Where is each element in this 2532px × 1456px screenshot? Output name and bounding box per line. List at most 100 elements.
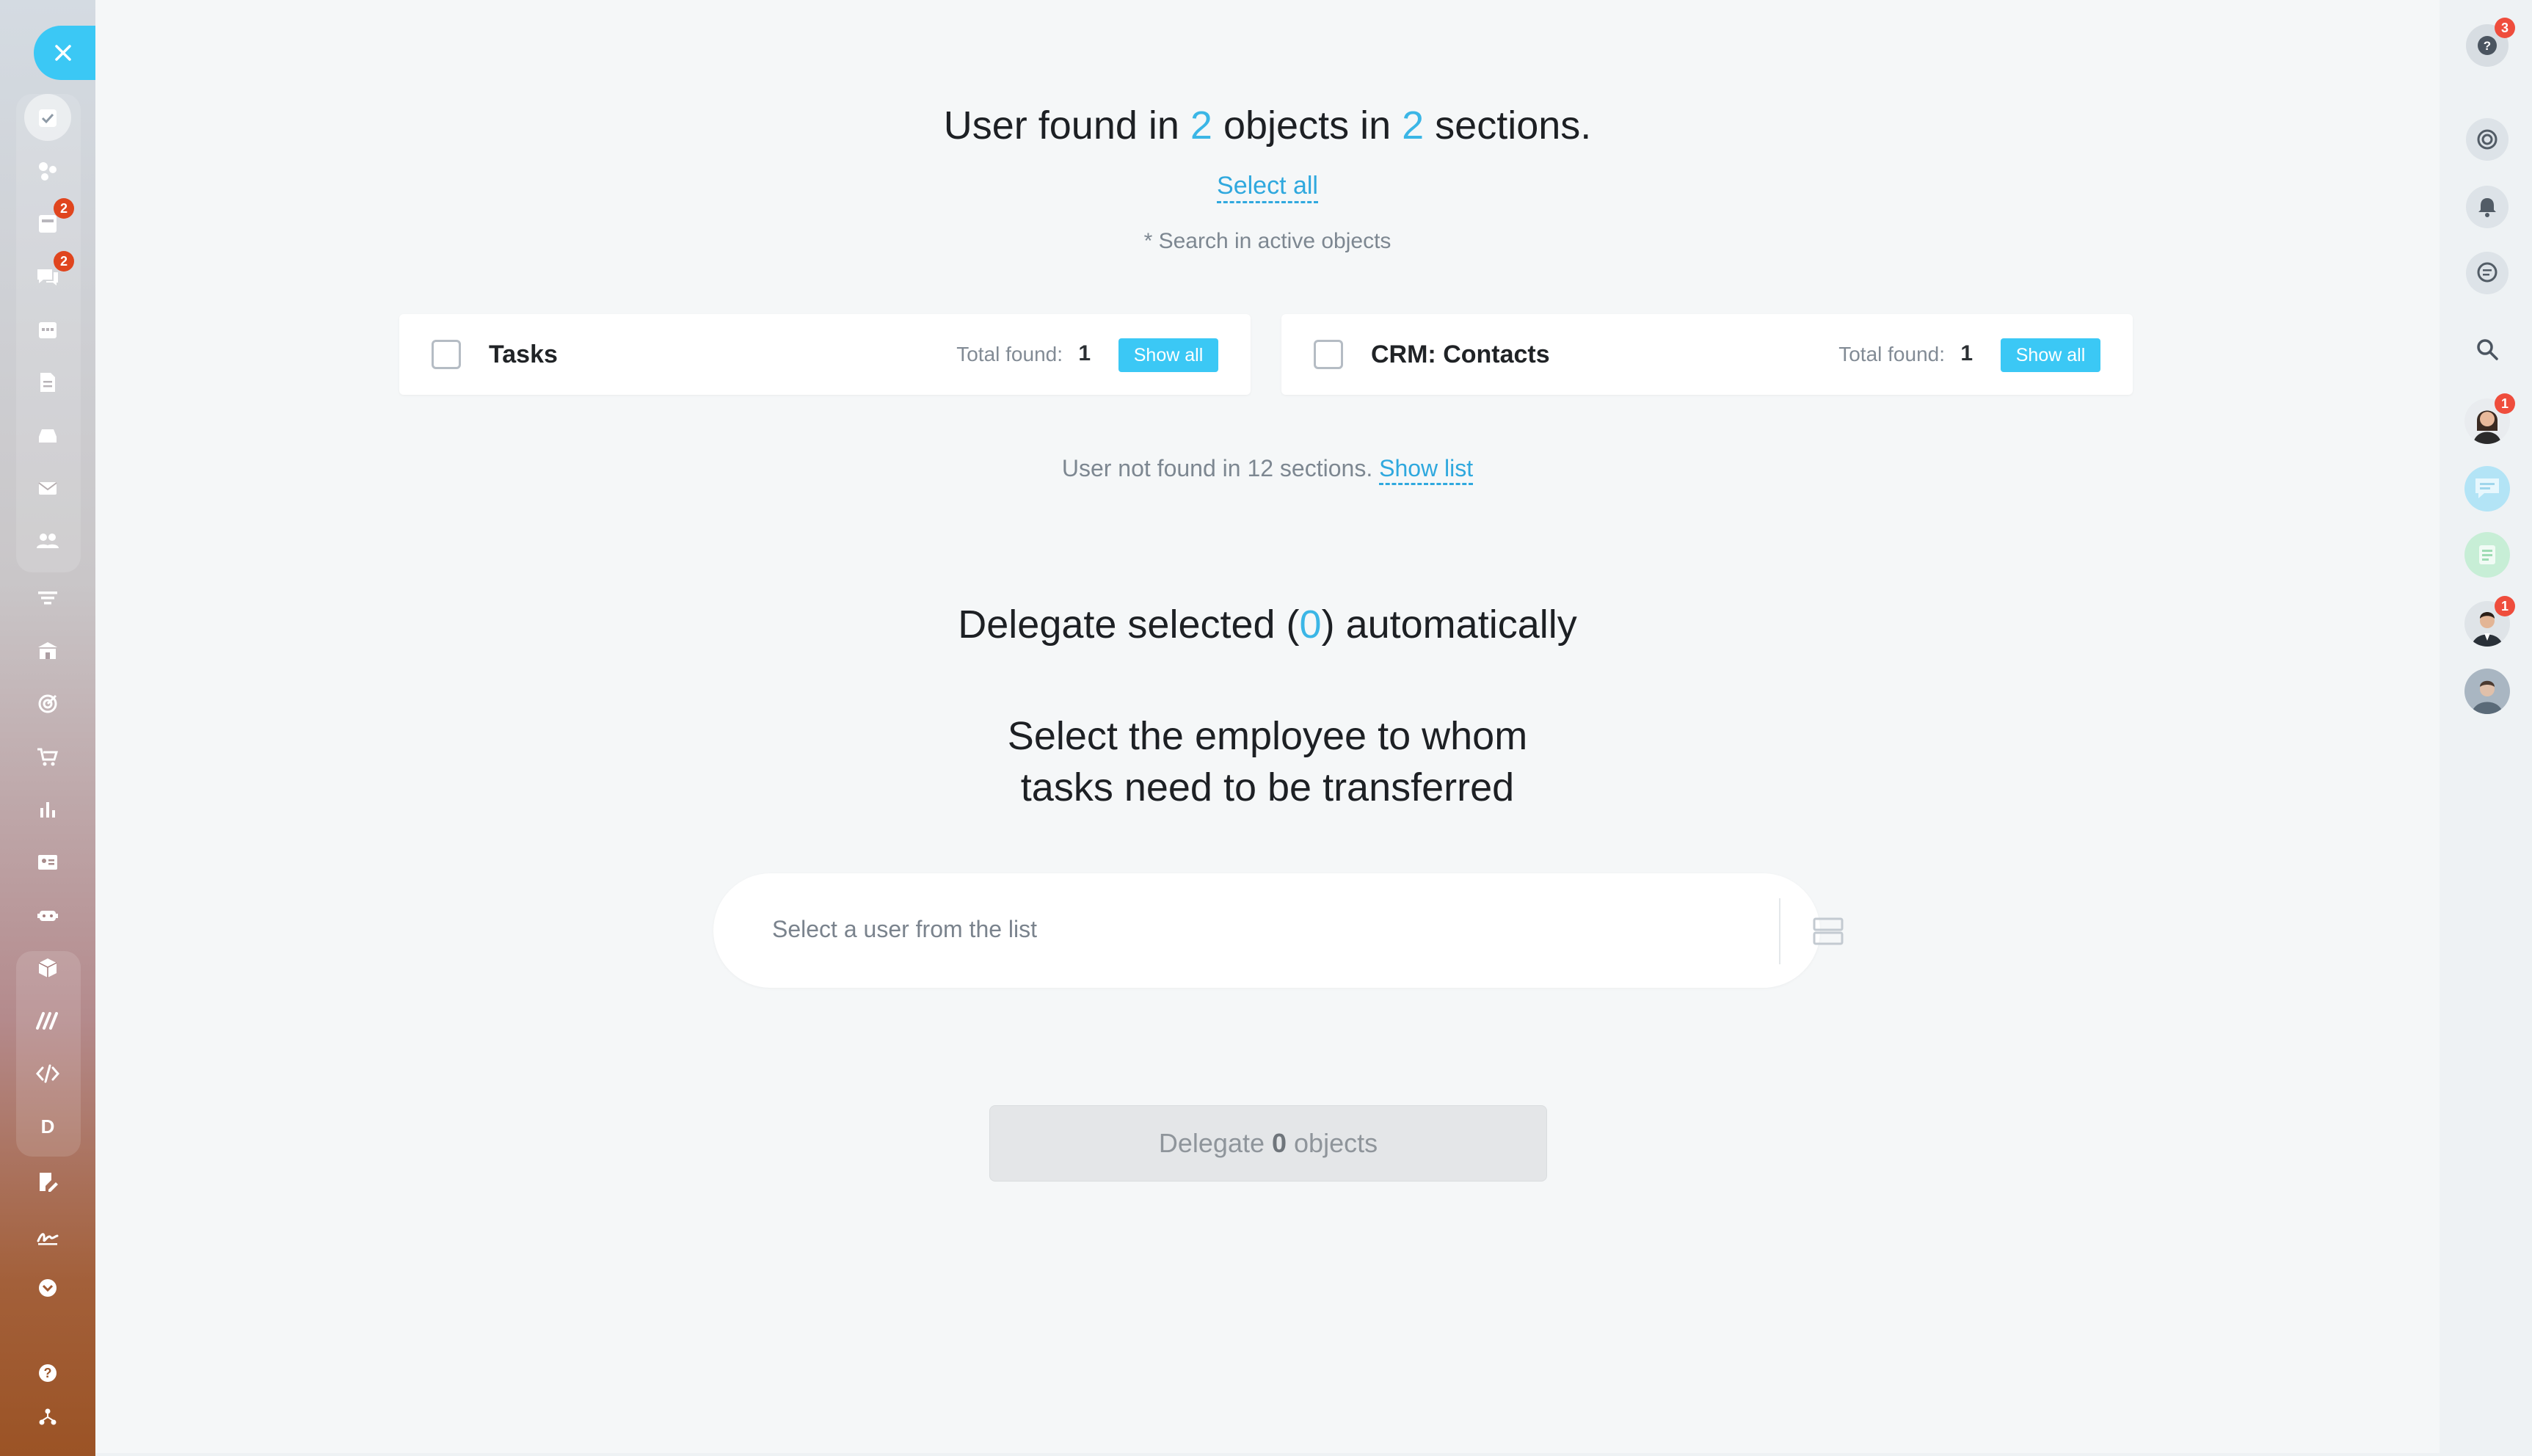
document-chat-icon — [2464, 532, 2510, 578]
sidebar-item-calendar[interactable] — [24, 307, 71, 352]
left-sidebar: 2 2 D ? — [0, 0, 95, 1456]
sidebar-item-help[interactable]: ? — [24, 1350, 71, 1396]
total-found-value: 1 — [1078, 341, 1091, 365]
sidebar-item-documents[interactable] — [24, 360, 71, 405]
chat-group-2[interactable] — [2464, 531, 2511, 578]
bank-icon — [38, 642, 57, 659]
sites-icon — [36, 1012, 58, 1030]
sidebar-item-bank[interactable] — [24, 628, 71, 674]
bell-icon — [2478, 198, 2496, 217]
user-select-divider — [1779, 898, 1780, 964]
avatar-chat-2[interactable]: 1 — [2464, 596, 2515, 647]
sidebar-item-mail[interactable] — [24, 465, 71, 511]
user-select-field[interactable]: Select a user from the list — [713, 873, 1844, 988]
help-button[interactable]: ? 3 — [2464, 18, 2515, 69]
d-letter: D — [40, 1115, 55, 1138]
sidebar-item-developer[interactable] — [24, 1051, 71, 1096]
select-employee-line2: tasks need to be transferred — [1020, 765, 1515, 809]
notifications-button[interactable] — [2464, 183, 2511, 230]
analytics-icon — [40, 802, 55, 818]
svg-text:?: ? — [44, 1366, 52, 1380]
main-panel: User found in 2 objects in 2 sections. S… — [95, 0, 2440, 1453]
summary-suffix: sections. — [1424, 103, 1592, 148]
sidebar-item-more[interactable] — [24, 1265, 71, 1311]
select-employee-line1: Select the employee to whom — [1007, 714, 1528, 758]
delegate-objects-button[interactable]: Delegate 0 objects — [989, 1105, 1547, 1182]
not-found-message: User not found in 12 sections. Show list — [95, 455, 2440, 485]
show-all-button[interactable]: Show all — [1118, 338, 1218, 372]
sidebar-item-inbox[interactable]: 2 — [24, 198, 74, 247]
avatar-badge: 1 — [2495, 596, 2515, 616]
tasks-checkbox[interactable] — [432, 340, 461, 369]
crm-contacts-checkbox[interactable] — [1314, 340, 1343, 369]
user-select-placeholder: Select a user from the list — [772, 916, 1038, 942]
sidebar-item-shop[interactable] — [24, 734, 71, 779]
sidebar-item-groups[interactable] — [24, 518, 71, 564]
section-title: Tasks — [489, 341, 558, 368]
delegate-auto-suffix: ) automatically — [1321, 603, 1577, 647]
close-button[interactable] — [34, 26, 95, 80]
not-found-text: User not found in 12 sections. — [1061, 455, 1373, 481]
sidebar-item-target[interactable] — [24, 681, 71, 727]
sidebar-item-sign[interactable] — [24, 1212, 71, 1258]
objects-count: 2 — [1190, 103, 1212, 148]
sidebar-item-tasks[interactable] — [24, 94, 71, 141]
code-icon — [36, 1064, 59, 1083]
copilot-icon — [2477, 129, 2498, 150]
delegate-auto-heading: Delegate selected (0) automatically — [95, 602, 2440, 647]
sidebar-item-crm[interactable] — [24, 575, 71, 621]
sidebar-item-automation[interactable] — [24, 892, 71, 938]
sidebar-item-inventory[interactable] — [24, 945, 71, 991]
sidebar-item-d[interactable]: D — [24, 1104, 71, 1149]
search-button[interactable] — [2464, 326, 2511, 373]
select-employee-heading: Select the employee to whom tasks need t… — [95, 710, 2440, 813]
sidebar-item-edit[interactable] — [24, 1160, 71, 1205]
target-icon — [38, 694, 57, 713]
sidebar-item-structure[interactable] — [24, 1394, 71, 1440]
avatar-badge: 1 — [2495, 393, 2515, 414]
delegate-button-count: 0 — [1272, 1128, 1287, 1158]
contact-card-icon — [38, 855, 57, 870]
select-all-link[interactable]: Select all — [1217, 172, 1318, 203]
close-icon — [55, 45, 71, 61]
copilot-button[interactable] — [2464, 116, 2511, 163]
avatar-chat-1[interactable]: 1 — [2464, 393, 2515, 445]
sidebar-item-drive[interactable] — [24, 412, 71, 458]
messenger-button[interactable] — [2464, 250, 2511, 296]
robot-icon — [37, 911, 58, 921]
chat-icon — [2477, 262, 2498, 283]
found-summary-heading: User found in 2 objects in 2 sections. — [95, 103, 2440, 148]
user-list-icon[interactable] — [1802, 910, 1854, 953]
total-found-label: Total found: — [1838, 343, 1945, 365]
avatar — [2464, 669, 2510, 714]
sidebar-item-feed[interactable] — [24, 148, 71, 194]
avatar-chat-3[interactable] — [2464, 668, 2511, 715]
sidebar-item-sites[interactable] — [24, 998, 71, 1044]
show-all-button[interactable]: Show all — [2001, 338, 2100, 372]
delegate-button-suffix: objects — [1294, 1128, 1378, 1158]
section-card-tasks: Tasks Total found: 1 Show all — [399, 314, 1251, 395]
sections-count: 2 — [1402, 103, 1425, 148]
sidebar-item-chat[interactable]: 2 — [24, 251, 74, 299]
chat-group-1[interactable] — [2464, 465, 2511, 512]
help-badge: 3 — [2495, 18, 2515, 38]
inbox-badge: 2 — [54, 198, 74, 219]
svg-text:?: ? — [2484, 39, 2491, 53]
crm-filter-icon — [38, 592, 57, 605]
chat-badge: 2 — [54, 251, 74, 272]
help-icon: ? — [39, 1364, 57, 1382]
delegate-button-prefix: Delegate — [1158, 1128, 1265, 1158]
show-list-link[interactable]: Show list — [1379, 455, 1474, 485]
right-sidebar: ? 3 1 1 — [2440, 0, 2532, 1456]
selected-count: 0 — [1299, 603, 1322, 647]
box-icon — [38, 958, 57, 978]
total-found-label: Total found: — [956, 343, 1063, 365]
summary-prefix: User found in — [943, 103, 1190, 148]
delegate-auto-prefix: Delegate selected ( — [958, 603, 1300, 647]
sidebar-item-analytics[interactable] — [24, 787, 71, 832]
help-icon: ? — [2478, 36, 2497, 55]
sidebar-item-contacts[interactable] — [24, 840, 71, 885]
groups-icon — [37, 534, 59, 548]
chat-bubble-icon — [2464, 466, 2510, 512]
search-note: * Search in active objects — [1143, 229, 1391, 253]
